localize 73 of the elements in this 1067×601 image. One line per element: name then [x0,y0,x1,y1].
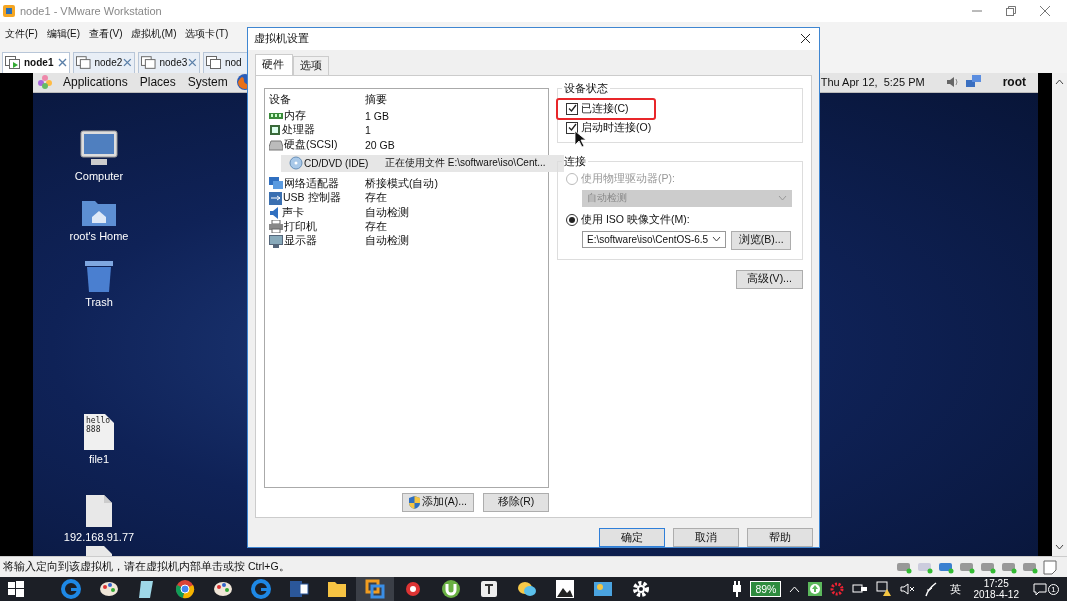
icon-label[interactable]: root's Home [69,229,129,242]
device-row[interactable]: 网络适配器 桥接模式(自动) [265,176,548,192]
device-name: 处理器 [282,123,315,138]
column-header[interactable]: 设备 [265,92,365,107]
clock-time[interactable]: 17:25 [983,578,1009,589]
iso-path-dropdown[interactable]: E:\software\iso\CentOS-6.5 [582,230,727,248]
group-title: 连接 [563,154,587,169]
device-name: 硬盘(SCSI) [284,137,338,152]
panel-menu[interactable]: Places [139,75,176,90]
dialog-tab[interactable]: 硬件 [255,53,293,75]
device-row[interactable]: 打印机 存在 [265,219,548,235]
text-file-icon[interactable]: hello 888 [84,413,114,450]
device-summary: 1 GB [365,110,390,123]
device-summary: 1 [365,124,372,137]
add-button[interactable]: 添加(A)... [402,492,474,512]
icon-label[interactable]: 192.168.91.77 [63,530,135,543]
device-row[interactable]: USB 控制器 存在 [265,191,548,206]
device-summary: 存在 [365,191,388,206]
file-preview-text: hello [86,415,112,425]
device-name: 内存 [284,109,306,124]
advanced-button[interactable]: 高级(V)... [736,269,803,289]
dialog-button[interactable]: 帮助 [747,528,813,547]
device-row[interactable]: 硬盘(SCSI) 20 GB [265,137,548,152]
clock-date[interactable]: 2018-4-12 [973,589,1019,600]
status-message: 将输入定向到该虚拟机，请在虚拟机内部单击或按 Ctrl+G。 [3,560,290,574]
device-summary: 存在 [365,219,388,234]
device-name: CD/DVD (IDE) [304,157,369,169]
dialog-title: 虚拟机设置 [254,31,309,46]
device-summary: 20 GB [365,138,396,151]
device-name: 声卡 [282,205,304,220]
vm-tab[interactable]: node1 [2,51,70,73]
panel-menu[interactable]: System [187,75,228,90]
battery-indicator[interactable]: 89% [750,581,782,597]
menu-item[interactable]: 文件(F) [5,26,38,41]
device-row[interactable]: 内存 1 GB [265,108,548,124]
device-row[interactable]: CD/DVD (IDE) 正在使用文件 E:\software\iso\Cent... [281,154,564,172]
panel-menu[interactable]: Applications [63,75,128,90]
device-name: 网络适配器 [284,177,339,191]
device-name: 显示器 [284,234,317,249]
device-summary: 自动检测 [365,234,410,249]
device-name: USB 控制器 [283,191,341,206]
device-name: 打印机 [284,219,317,234]
menu-item[interactable]: 虚拟机(M) [131,26,177,41]
menu-item[interactable]: 编辑(E) [46,26,81,41]
device-summary: 自动检测 [365,205,410,220]
column-header[interactable]: 摘要 [365,92,387,107]
remove-button[interactable]: 移除(R) [483,492,549,512]
browse-button[interactable]: 浏览(B)... [731,230,792,250]
device-row[interactable]: 处理器 1 [265,123,548,138]
checkbox-label[interactable]: 已连接(C) [581,101,629,116]
file-preview-text: 888 [86,424,102,434]
device-summary: 桥接模式(自动) [365,177,439,191]
icon-label[interactable]: file1 [88,452,110,465]
vm-tab[interactable]: node3 [138,51,200,73]
group-title: 设备状态 [563,81,609,96]
menu-item[interactable]: 查看(V) [89,26,123,41]
vm-tab[interactable]: node2 [73,51,135,73]
input-method[interactable]: 英 [950,581,962,597]
device-summary: 正在使用文件 E:\software\iso\Cent... [385,156,547,171]
radio-label[interactable]: 使用 ISO 映像文件(M): [581,212,690,227]
checkbox-label[interactable]: 启动时连接(O) [581,120,652,135]
menu-item[interactable]: 选项卡(T) [185,26,229,41]
panel-clock[interactable]: Thu Apr 12, 5:25 PM [820,76,925,89]
dialog-button[interactable]: 确定 [599,528,665,547]
window-title: node1 - VMware Workstation [20,5,162,17]
icon-label[interactable]: Computer [74,169,124,182]
dialog-button[interactable]: 取消 [673,528,739,547]
dialog-tab[interactable]: 选项 [293,55,329,75]
notification-count: 1 [1048,583,1059,595]
icon-label[interactable]: Trash [85,295,113,308]
device-row[interactable]: 显示器 自动检测 [265,234,548,249]
device-row[interactable]: 声卡 自动检测 [265,205,548,220]
user-name[interactable]: root [1002,75,1026,90]
